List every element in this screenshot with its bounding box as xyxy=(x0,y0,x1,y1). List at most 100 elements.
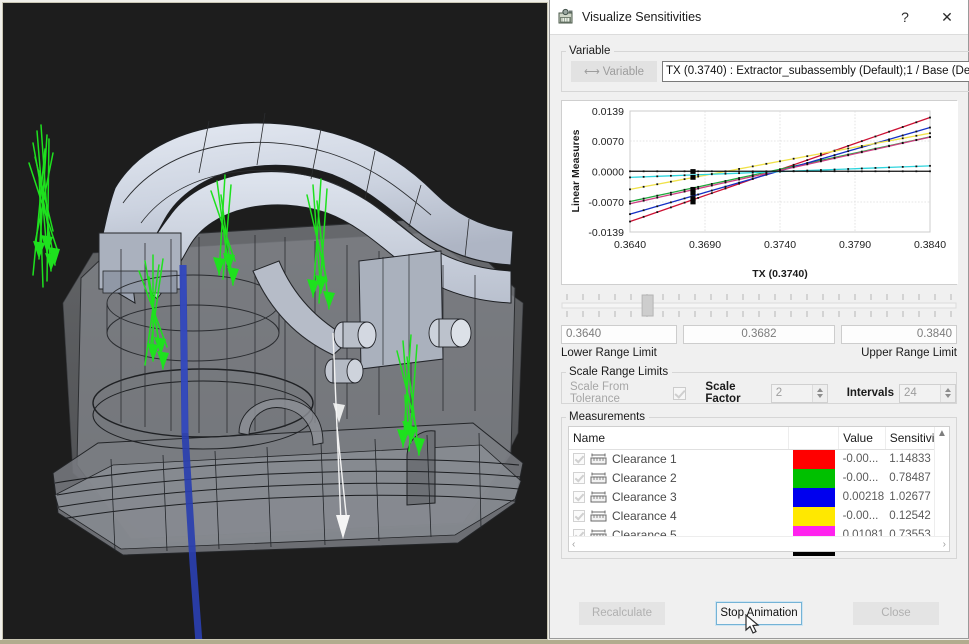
column-header-color[interactable] xyxy=(789,427,839,449)
chevron-up-icon[interactable]: ▲ xyxy=(937,427,947,441)
chevron-right-icon[interactable]: › xyxy=(943,539,946,550)
chart-x-tick: 0.3790 xyxy=(839,239,871,251)
slider-thumb[interactable] xyxy=(642,295,653,316)
measurements-table-wrap: Name Value Sensitivit Clearance 1 -0.00..… xyxy=(568,426,950,552)
intervals-value[interactable]: 24 xyxy=(900,385,940,402)
measurement-name-cell: Clearance 3 xyxy=(569,488,789,507)
visualize-sensitivities-dialog: Visualize Sensitivities ? ✕ Variable ⟷ V… xyxy=(549,0,969,639)
close-button[interactable]: Close xyxy=(853,602,939,625)
stop-animation-button[interactable]: Stop Animation xyxy=(716,602,802,625)
measurement-ruler-icon xyxy=(590,453,607,465)
scale-range-limits-group: Scale Range Limits Scale From Tolerance … xyxy=(561,366,957,404)
chart-y-axis-label: Linear Measures xyxy=(570,129,582,212)
dialog-body: Variable ⟷ Variable TX (0.3740) : Extrac… xyxy=(550,35,968,588)
chart-x-tick: 0.3690 xyxy=(689,239,721,251)
scale-factor-label: Scale Factor xyxy=(705,381,765,405)
measurement-checkbox[interactable] xyxy=(573,491,585,503)
measurement-ruler-icon xyxy=(590,472,607,484)
table-row[interactable]: Clearance 1-0.00...1.14833 xyxy=(569,449,949,469)
dialog-title: Visualize Sensitivities xyxy=(582,10,884,24)
upper-range-label: Upper Range Limit xyxy=(861,347,957,359)
measurement-ruler-icon xyxy=(590,510,607,522)
measurement-value: -0.00... xyxy=(839,507,886,526)
measurement-checkbox[interactable] xyxy=(573,472,585,484)
upper-range-input[interactable]: 0.3840 xyxy=(841,325,957,344)
animation-position-marker xyxy=(690,200,695,205)
chart-y-tick: 0.0070 xyxy=(592,136,624,148)
table-row[interactable]: Clearance 30.002181.02677 xyxy=(569,488,949,507)
range-fields: 0.3640 0.3682 0.3840 xyxy=(561,325,957,344)
scale-factor-value[interactable]: 2 xyxy=(772,385,812,402)
measurement-label: Clearance 3 xyxy=(612,490,677,504)
recalculate-button[interactable]: Recalculate xyxy=(579,602,665,625)
variable-button[interactable]: ⟷ Variable xyxy=(571,61,657,82)
chart-x-axis-label: TX (0.3740) xyxy=(752,268,807,280)
chart-y-tick: -0.0070 xyxy=(588,197,624,209)
measurements-group-label: Measurements xyxy=(566,411,649,423)
horizontal-double-arrow-icon: ⟷ xyxy=(584,65,599,78)
close-window-button[interactable]: ✕ xyxy=(926,0,968,34)
animation-position-marker xyxy=(690,191,695,196)
intervals-spin-arrows[interactable] xyxy=(940,385,955,402)
3d-model-viewport[interactable] xyxy=(2,2,548,640)
measurement-label: Clearance 1 xyxy=(612,452,677,466)
chart-y-tick: 0.0139 xyxy=(592,106,624,118)
range-labels: Lower Range Limit Upper Range Limit xyxy=(561,347,957,359)
intervals-label: Intervals xyxy=(847,387,894,399)
measurement-color-swatch[interactable] xyxy=(789,507,839,526)
scale-factor-spin-arrows[interactable] xyxy=(812,385,827,402)
app-root: Visualize Sensitivities ? ✕ Variable ⟷ V… xyxy=(0,0,969,644)
measurement-color-swatch[interactable] xyxy=(789,449,839,469)
measurements-vertical-scrollbar[interactable]: ▲ ▼ xyxy=(934,427,949,551)
window-bottom-strip xyxy=(0,640,969,644)
sensitivity-chart: 0.36400.36900.37400.37900.38400.01390.00… xyxy=(562,101,958,284)
sensitivity-chart-panel[interactable]: 0.36400.36900.37400.37900.38400.01390.00… xyxy=(561,100,957,285)
variable-button-label: Variable xyxy=(603,66,644,78)
variable-field[interactable]: TX (0.3740) : Extractor_subassembly (Def… xyxy=(662,61,969,82)
measurement-color-swatch[interactable] xyxy=(789,488,839,507)
measurement-label: Clearance 4 xyxy=(612,509,677,523)
column-header-name[interactable]: Name xyxy=(569,427,789,449)
range-slider-track[interactable] xyxy=(561,291,957,323)
measurements-group: Measurements Name Value Sensitivit xyxy=(561,411,957,559)
table-header-row: Name Value Sensitivit xyxy=(569,427,949,449)
scale-factor-stepper[interactable]: 2 xyxy=(771,384,828,403)
current-value-input[interactable]: 0.3682 xyxy=(683,325,835,344)
dialog-footer: Recalculate Stop Animation Close xyxy=(550,588,968,638)
measurement-value: 0.00218 xyxy=(839,488,886,507)
dialog-titlebar: Visualize Sensitivities ? ✕ xyxy=(550,0,968,35)
column-header-value[interactable]: Value xyxy=(839,427,886,449)
chart-x-tick: 0.3740 xyxy=(764,239,796,251)
scale-from-tolerance-label: Scale From Tolerance xyxy=(570,381,668,405)
intervals-stepper[interactable]: 24 xyxy=(899,384,956,403)
animation-position-marker xyxy=(690,175,695,180)
chart-y-tick: 0.0000 xyxy=(592,167,624,179)
measurement-checkbox[interactable] xyxy=(573,510,585,522)
chart-y-tick: -0.0139 xyxy=(588,227,624,239)
help-button[interactable]: ? xyxy=(884,0,926,34)
measurement-ruler-icon xyxy=(590,491,607,503)
table-row[interactable]: Clearance 2-0.00...0.78487 xyxy=(569,469,949,488)
scale-from-tolerance-checkbox[interactable] xyxy=(673,387,686,400)
variable-group: Variable ⟷ Variable TX (0.3740) : Extrac… xyxy=(561,45,969,92)
measurement-name-cell: Clearance 4 xyxy=(569,507,789,526)
lower-range-label: Lower Range Limit xyxy=(561,347,657,359)
variable-group-label: Variable xyxy=(566,45,614,57)
visualize-sensitivities-icon xyxy=(557,8,575,26)
measurement-color-swatch[interactable] xyxy=(789,469,839,488)
range-slider[interactable] xyxy=(561,291,957,323)
measurement-name-cell: Clearance 2 xyxy=(569,469,789,488)
scale-range-limits-label: Scale Range Limits xyxy=(566,366,672,378)
measurement-name-cell: Clearance 1 xyxy=(569,449,789,469)
animation-position-marker xyxy=(690,169,695,174)
chart-x-tick: 0.3840 xyxy=(914,239,946,251)
chevron-left-icon[interactable]: ‹ xyxy=(572,539,575,550)
measurements-horizontal-scrollbar[interactable]: ‹ › xyxy=(569,536,949,551)
measurement-checkbox[interactable] xyxy=(573,453,585,465)
chart-series xyxy=(629,170,931,172)
cad-model-render xyxy=(3,3,548,640)
measurement-value: -0.00... xyxy=(839,449,886,469)
measurement-value: -0.00... xyxy=(839,469,886,488)
table-row[interactable]: Clearance 4-0.00...0.12542 xyxy=(569,507,949,526)
lower-range-input[interactable]: 0.3640 xyxy=(561,325,677,344)
